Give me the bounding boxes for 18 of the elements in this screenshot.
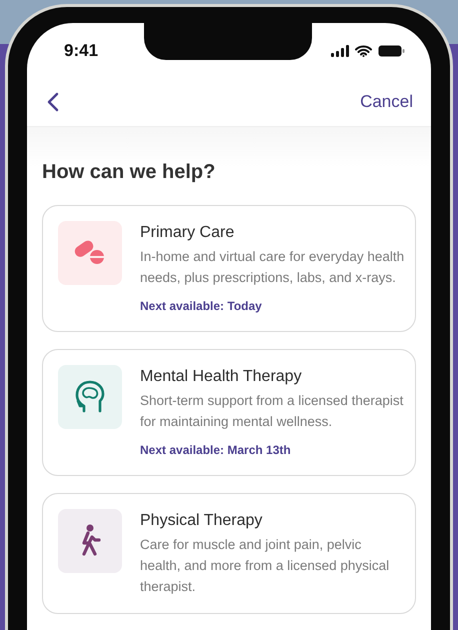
page-heading: How can we help?: [42, 160, 216, 185]
service-description: In-home and virtual care for everyday health needs, plus prescriptions, labs, and x-rays.: [140, 248, 405, 287]
service-card[interactable]: Mental Health Therapy Short-term support from a licensed therapist for maintaining mental wellness. Next available: March 13th: [42, 349, 416, 476]
service-description: Short-term support from a licensed therapist for maintaining mental wellness.: [140, 392, 404, 431]
battery-icon: [378, 45, 405, 57]
service-description: Care for muscle and joint pain, pelvic health, and more from a licensed physical therapist.: [140, 536, 390, 596]
service-title: Mental Health Therapy: [140, 367, 303, 387]
wifi-icon: [355, 45, 372, 57]
service-title: Primary Care: [140, 223, 236, 243]
service-card[interactable]: Physical Therapy Care for muscle and joint pain, pelvic health, and more from a licensed physical therapist.: [42, 493, 416, 614]
service-title: Physical Therapy: [140, 511, 264, 531]
signal-icon: [331, 45, 349, 57]
service-card[interactable]: Primary Care In-home and virtual care for everyday health needs, plus prescriptions, labs, and x-rays. Next available: Today: [42, 205, 416, 332]
cancel-button[interactable]: Cancel: [360, 88, 413, 114]
back-icon: [47, 92, 59, 112]
next-available-label: Next available: Today: [140, 298, 263, 315]
next-available-label: Next available: March 13th: [140, 442, 292, 459]
status-time: 9:41: [64, 40, 98, 62]
